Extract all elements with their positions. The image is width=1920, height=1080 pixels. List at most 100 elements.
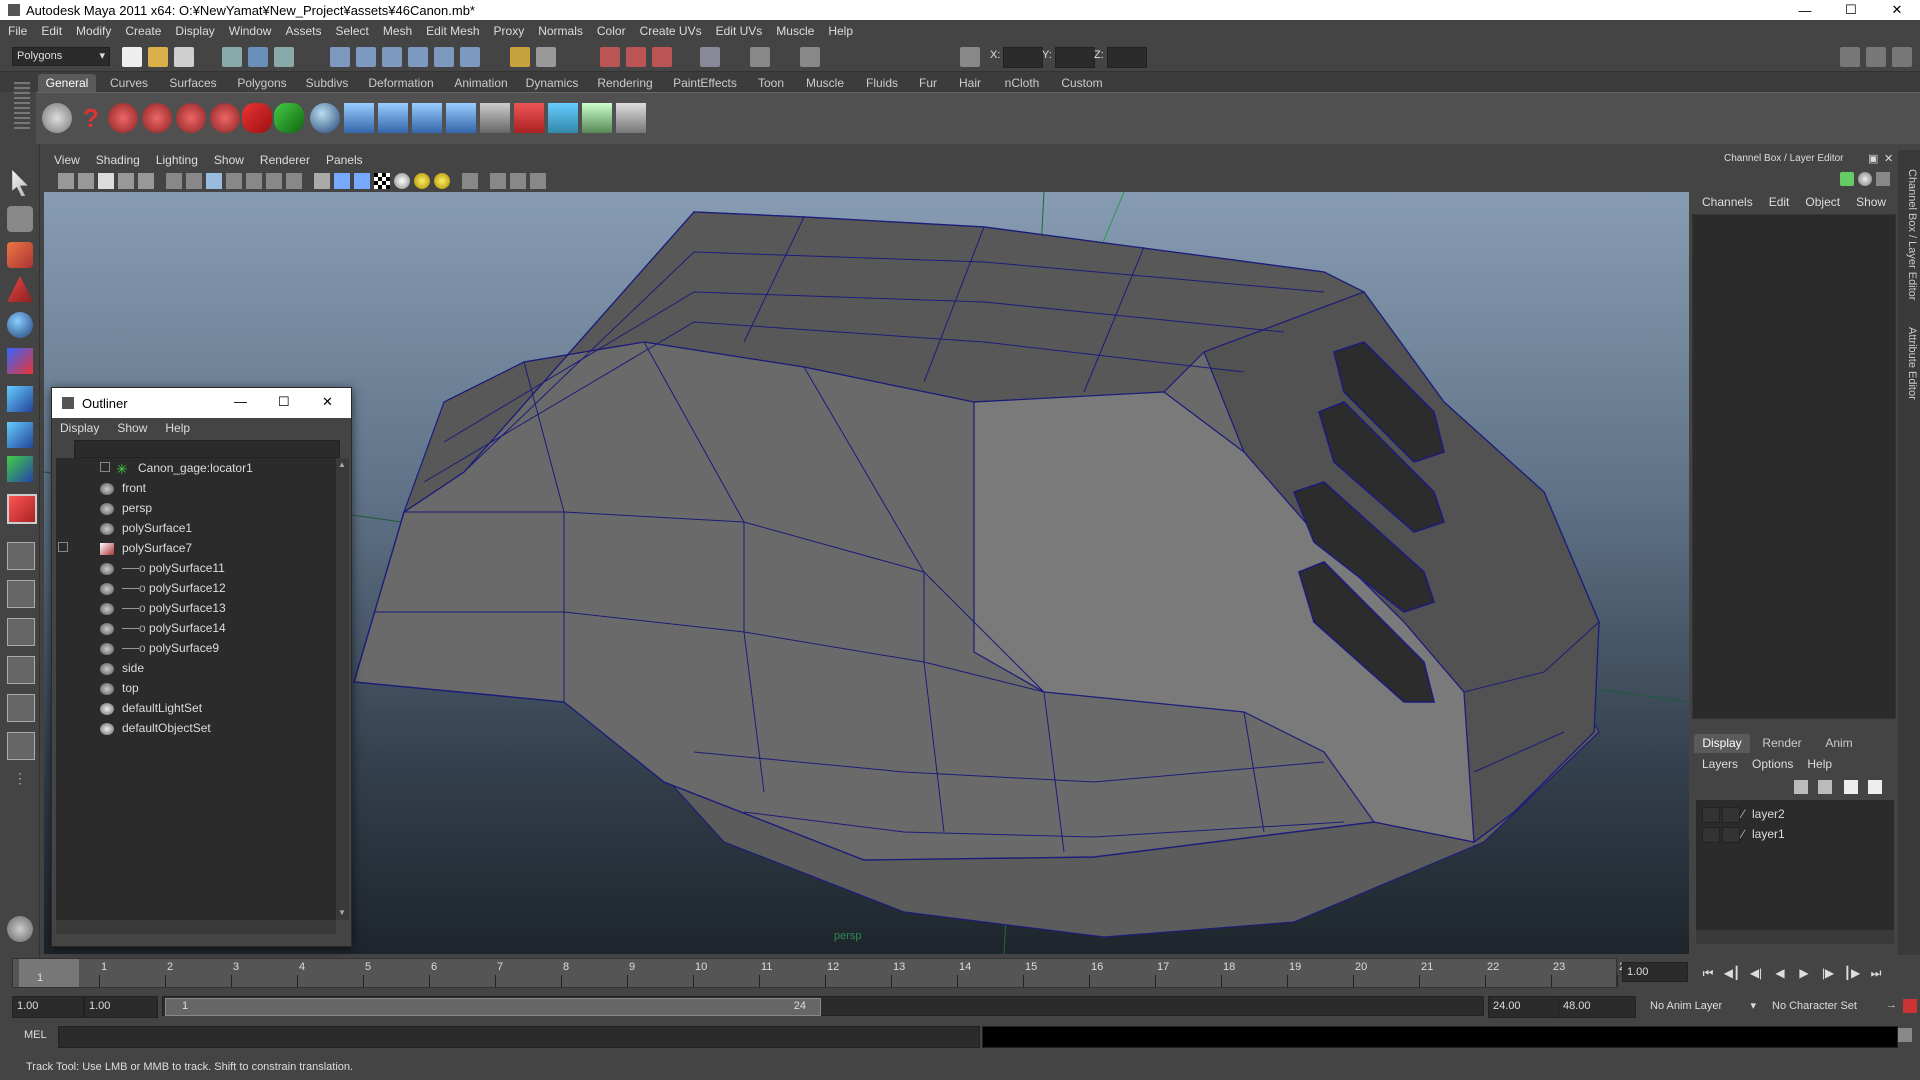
attribute-display-icon[interactable] <box>1858 172 1872 186</box>
menu-assets[interactable]: Assets <box>285 24 321 38</box>
anim-layer-dropdown[interactable]: No Anim Layer ▾ <box>1650 996 1760 1016</box>
outliner-item-polysurface13[interactable]: ──o polySurface13 <box>100 598 226 618</box>
panel-menu-view[interactable]: View <box>54 153 80 167</box>
menu-normals[interactable]: Normals <box>538 24 583 38</box>
pin-icon[interactable] <box>1876 172 1890 186</box>
panel-menu-shading[interactable]: Shading <box>96 153 140 167</box>
outliner-item-defaultlightset[interactable]: defaultLightSet <box>100 698 202 718</box>
outliner-item-canon-gage-locator1[interactable]: ✳ Canon_gage:locator1 <box>116 458 253 478</box>
attribute-icon[interactable] <box>750 47 770 67</box>
shelf-menu-handle-icon[interactable] <box>14 82 30 132</box>
collapse-toggle-icon[interactable] <box>58 538 72 558</box>
outliner-item-polysurface12[interactable]: ──o polySurface12 <box>100 578 226 598</box>
shelf-tab-toon[interactable]: Toon <box>752 74 790 92</box>
layer-type-toggle[interactable] <box>1722 807 1740 823</box>
xray-icon[interactable] <box>490 173 506 189</box>
step-back-key-icon[interactable]: ◀| <box>1746 964 1766 982</box>
shelf-tab-deformation[interactable]: Deformation <box>362 74 440 92</box>
minimize-button[interactable]: — <box>1782 0 1828 20</box>
select-hierarchy-icon[interactable] <box>222 47 242 67</box>
cv-curve-tool-icon[interactable] <box>108 103 138 133</box>
shelf-tab-hair[interactable]: Hair <box>952 74 988 92</box>
shelf-tab-animation[interactable]: Animation <box>450 74 512 92</box>
outliner-menu-show[interactable]: Show <box>117 421 147 435</box>
menu-help[interactable]: Help <box>828 24 853 38</box>
snap-grid-icon[interactable] <box>330 47 350 67</box>
hypershade-layout-icon[interactable] <box>7 694 35 722</box>
paint-select-tool-icon[interactable] <box>7 242 33 268</box>
select-tool-icon[interactable] <box>12 170 28 196</box>
gate-mask-icon[interactable] <box>226 173 242 189</box>
menu-muscle[interactable]: Muscle <box>776 24 814 38</box>
step-back-frame-icon[interactable]: ◀┃ <box>1722 964 1742 982</box>
layer-type-toggle[interactable] <box>1722 827 1740 843</box>
time-slider[interactable]: 123456789101112131415161718192021222324 … <box>12 958 1631 988</box>
shelf-tab-general[interactable]: General <box>38 74 96 92</box>
outliner-item-polysurface9[interactable]: ──o polySurface9 <box>100 638 219 658</box>
shadows-icon[interactable] <box>414 173 430 189</box>
layer-tab-anim[interactable]: Anim <box>1814 734 1864 753</box>
select-object-icon[interactable] <box>248 47 268 67</box>
single-perspective-layout-icon[interactable] <box>7 542 35 570</box>
menu-edit-uvs[interactable]: Edit UVs <box>716 24 763 38</box>
layer-horizontal-scrollbar[interactable] <box>1696 930 1894 944</box>
snap-view-plane-icon[interactable] <box>408 47 428 67</box>
go-to-start-icon[interactable]: ⏮ <box>1698 964 1718 982</box>
move-tool-icon[interactable] <box>7 276 33 302</box>
shelf-tab-ncloth[interactable]: nCloth <box>998 74 1046 92</box>
new-layer-icon[interactable] <box>1844 780 1858 794</box>
pencil-curve-tool-icon[interactable] <box>176 103 206 133</box>
range-slider[interactable]: 1 24 <box>162 996 1484 1016</box>
channel-box-mode-icon[interactable] <box>1840 172 1854 186</box>
shelf-tab-custom[interactable]: Custom <box>1056 74 1108 92</box>
z-field[interactable] <box>1107 47 1147 68</box>
snap-point-icon[interactable] <box>382 47 402 67</box>
outliner-horizontal-scrollbar[interactable] <box>56 920 336 934</box>
menu-create[interactable]: Create <box>125 24 161 38</box>
wireframe-on-shaded-icon[interactable] <box>354 173 370 189</box>
panel-menu-show[interactable]: Show <box>214 153 244 167</box>
side-tab-attribute-editor[interactable]: Attribute Editor <box>1900 318 1918 408</box>
wireframe-icon[interactable] <box>314 173 330 189</box>
field-chart-icon[interactable] <box>246 173 262 189</box>
outliner-item-polysurface7[interactable]: polySurface7 <box>100 538 192 558</box>
y-field[interactable] <box>1055 47 1095 68</box>
film-gate-icon[interactable] <box>186 173 202 189</box>
shelf-tab-painteffects[interactable]: PaintEffects <box>668 74 742 92</box>
bookmarks-icon[interactable] <box>98 173 114 189</box>
layer-tab-display[interactable]: Display <box>1694 734 1750 753</box>
channel-menu-show[interactable]: Show <box>1856 195 1886 209</box>
menu-modify[interactable]: Modify <box>76 24 111 38</box>
expand-toggle-icon[interactable] <box>100 458 110 478</box>
save-scene-icon[interactable] <box>174 47 194 67</box>
scale-tool-icon[interactable] <box>7 348 33 374</box>
new-scene-icon[interactable] <box>122 47 142 67</box>
high-quality-lighting-icon[interactable] <box>434 173 450 189</box>
four-view-layout-icon[interactable] <box>7 580 35 608</box>
outliner-item-defaultobjectset[interactable]: defaultObjectSet <box>100 718 211 738</box>
menu-window[interactable]: Window <box>229 24 272 38</box>
use-all-lights-icon[interactable] <box>394 173 410 189</box>
hypershade-icon[interactable] <box>700 47 720 67</box>
smooth-bind-icon[interactable] <box>446 103 476 133</box>
step-forward-frame-icon[interactable]: ┃▶ <box>1842 964 1862 982</box>
close-panel-icon[interactable]: ✕ <box>1884 152 1893 165</box>
outliner-item-polysurface1[interactable]: polySurface1 <box>100 518 192 538</box>
share-icon[interactable] <box>530 173 546 189</box>
arrow-icon[interactable] <box>274 103 304 133</box>
soft-modification-icon[interactable] <box>7 422 33 448</box>
outliner-item-front[interactable]: front <box>100 478 146 498</box>
grid-icon[interactable] <box>166 173 182 189</box>
menu-edit-mesh[interactable]: Edit Mesh <box>426 24 479 38</box>
x-field[interactable] <box>1003 47 1043 68</box>
menu-select[interactable]: Select <box>335 24 368 38</box>
channel-box-body[interactable] <box>1692 214 1896 719</box>
layer-visibility-toggle[interactable] <box>1702 827 1720 843</box>
range-slider-handle[interactable]: 1 24 <box>165 998 821 1016</box>
playback-start-field[interactable]: 1.00 <box>84 996 158 1018</box>
panel-menu-panels[interactable]: Panels <box>326 153 363 167</box>
help-icon[interactable]: ? <box>76 103 106 133</box>
mel-command-input[interactable] <box>58 1026 980 1048</box>
shelf-tab-dynamics[interactable]: Dynamics <box>522 74 582 92</box>
key-icon[interactable]: → <box>1886 999 1900 1013</box>
